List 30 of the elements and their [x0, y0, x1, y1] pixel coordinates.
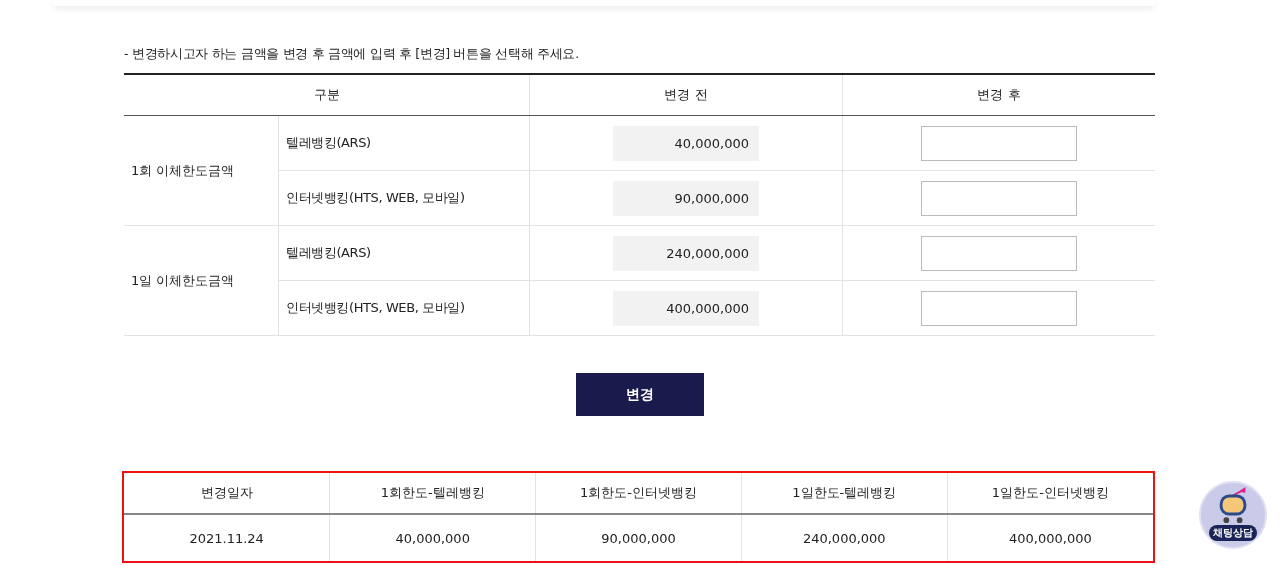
column-header: 변경일자 — [124, 473, 330, 514]
table-cell: 90,000,000 — [535, 514, 742, 561]
column-header: 변경 전 — [529, 74, 843, 116]
chat-button[interactable]: 채팅상담 — [1199, 481, 1267, 549]
column-header: 구분 — [124, 74, 530, 116]
channel-label: 인터넷뱅킹(HTS, WEB, 모바일) — [286, 190, 465, 205]
table-cell: 240,000,000 — [741, 514, 948, 561]
row-header: 1일 이체한도금액 — [131, 272, 235, 288]
table-cell: 40,000,000 — [329, 514, 536, 561]
after-amount-input[interactable] — [921, 125, 1077, 161]
channel-label: 인터넷뱅킹(HTS, WEB, 모바일) — [286, 300, 465, 315]
instruction-text: - 변경하시고자 하는 금액을 변경 후 금액에 입력 후 [변경] 버튼을 선택해 주세요. — [124, 46, 580, 63]
before-amount-field: 400,000,000 — [613, 290, 759, 326]
table-cell: 400,000,000 — [947, 514, 1153, 561]
channel-label: 텔레뱅킹(ARS) — [286, 245, 371, 260]
column-header: 1일한도-인터넷뱅킹 — [947, 473, 1153, 514]
table-cell: 2021.11.24 — [124, 514, 330, 561]
column-header: 변경 후 — [842, 74, 1155, 116]
row-header: 1회 이체한도금액 — [131, 162, 235, 178]
after-amount-input[interactable] — [921, 235, 1077, 271]
after-amount-input[interactable] — [921, 290, 1077, 326]
before-amount-field: 240,000,000 — [613, 235, 759, 271]
before-amount-field: 40,000,000 — [613, 125, 759, 161]
channel-label: 텔레뱅킹(ARS) — [286, 135, 371, 150]
column-header: 1일한도-텔레뱅킹 — [741, 473, 948, 514]
column-header: 1회한도-텔레뱅킹 — [329, 473, 536, 514]
after-amount-input[interactable] — [921, 180, 1077, 216]
column-header: 1회한도-인터넷뱅킹 — [535, 473, 742, 514]
before-amount-field: 90,000,000 — [613, 180, 759, 216]
change-button[interactable]: 변경 — [575, 373, 704, 416]
